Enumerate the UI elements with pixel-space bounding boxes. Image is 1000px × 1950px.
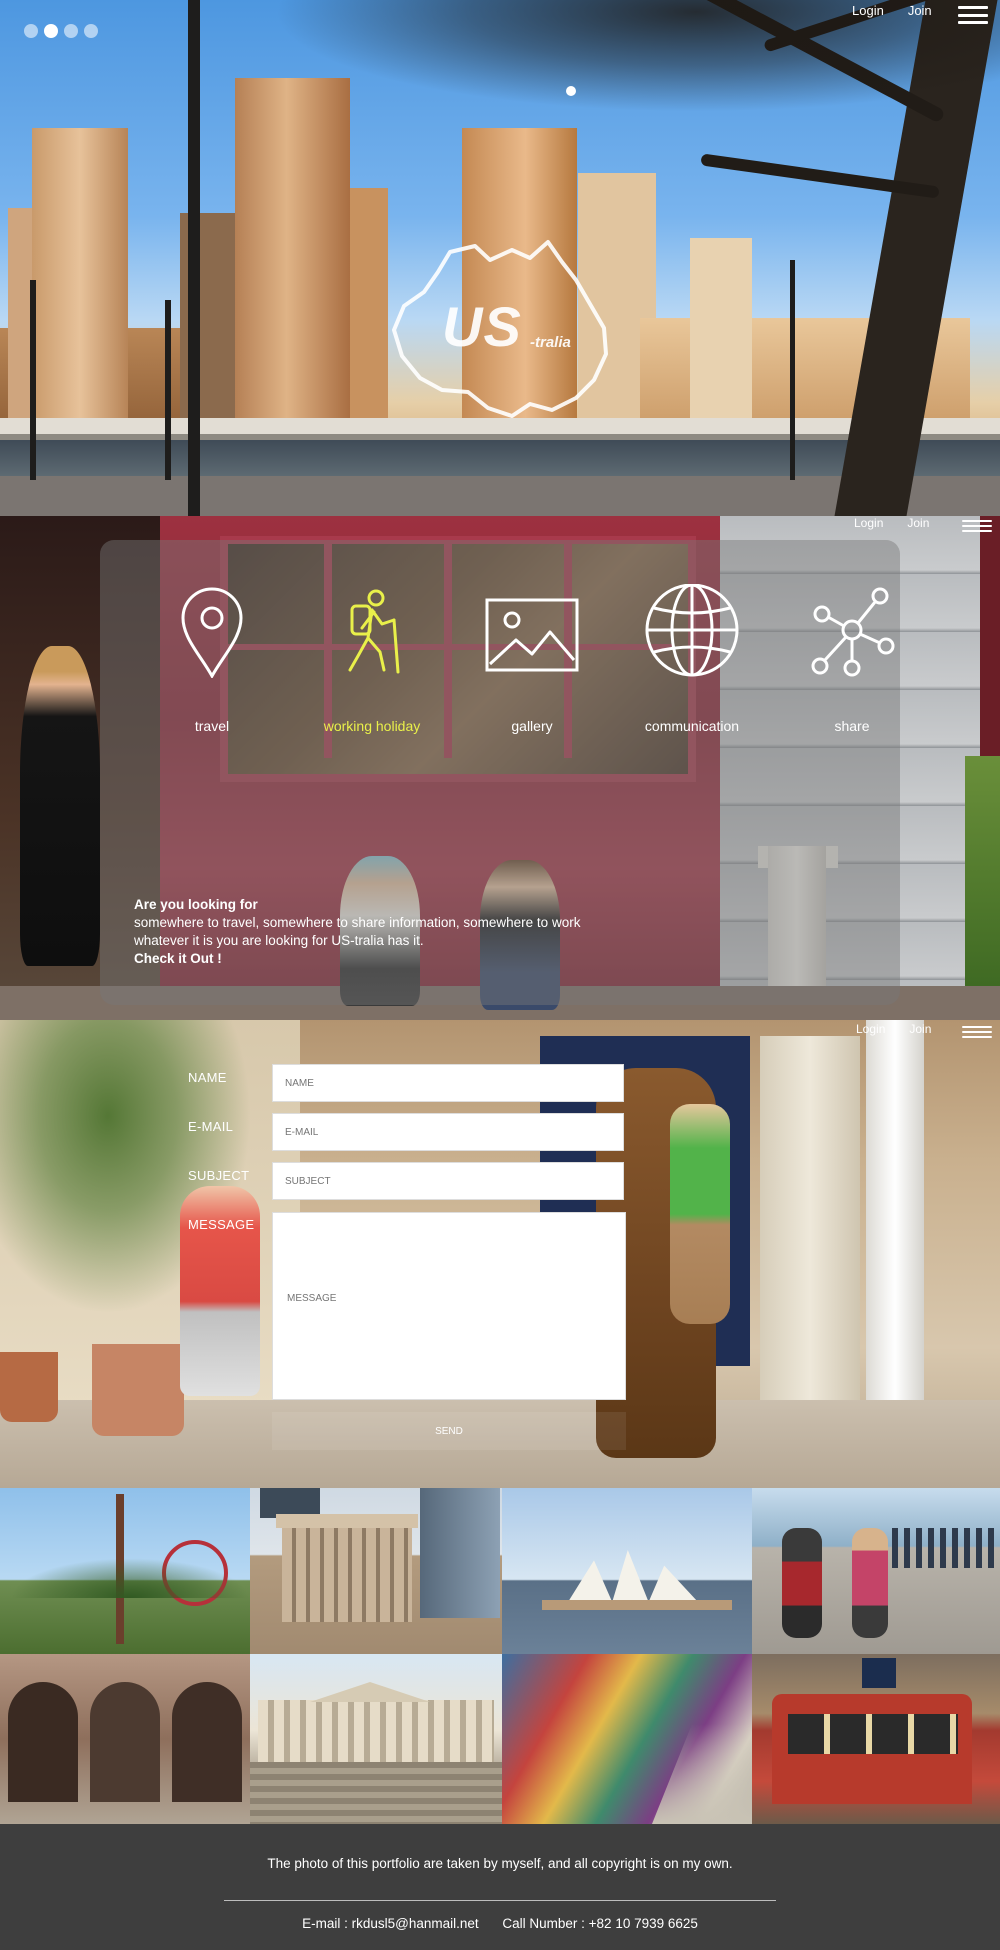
nav-label: communication [644, 718, 740, 734]
login-link[interactable]: Login [854, 516, 883, 530]
slider-dots [24, 24, 98, 38]
footer: The photo of this portfolio are taken by… [0, 1824, 1000, 1950]
contact-info: E-mail : rkdusl5@hanmail.net Call Number… [0, 1916, 1000, 1931]
lamp-pole [188, 0, 200, 516]
intro-line: whatever it is you are looking for US-tr… [134, 933, 424, 948]
name-field[interactable] [272, 1064, 624, 1102]
message-field[interactable] [272, 1212, 626, 1400]
gallery-photo-arcade[interactable] [0, 1654, 250, 1824]
nav-item-working-holiday[interactable]: working holiday [292, 584, 452, 734]
skyline-building [235, 78, 350, 438]
skyline-building [32, 128, 128, 438]
nav-item-share[interactable]: share [772, 584, 932, 734]
footer-email[interactable]: E-mail : rkdusl5@hanmail.net [302, 1916, 479, 1931]
email-field[interactable] [272, 1113, 624, 1151]
image-icon [485, 598, 579, 672]
globe-icon [645, 584, 739, 677]
white-pillar [866, 1020, 924, 1440]
slider-dot[interactable] [24, 24, 38, 38]
hamburger-icon[interactable] [958, 6, 988, 24]
slider-dot[interactable] [64, 24, 78, 38]
nav-label: travel [194, 718, 230, 734]
lamp-pole [165, 300, 171, 480]
nav-item-travel[interactable]: travel [132, 584, 292, 734]
brand-logo[interactable]: US -tralia [380, 232, 620, 432]
email-label: E-MAIL [188, 1119, 234, 1134]
join-link[interactable]: Join [907, 516, 929, 530]
nav-item-gallery[interactable]: gallery [452, 584, 612, 734]
share-network-icon [811, 587, 895, 677]
footer-phone: Call Number : +82 10 7939 6625 [502, 1916, 698, 1931]
footer-divider [224, 1900, 776, 1901]
nav-label: share [834, 718, 870, 734]
white-door [760, 1036, 860, 1406]
skyline-building [690, 238, 752, 438]
lamp-pole [30, 280, 36, 480]
greenery [965, 756, 1000, 986]
login-link[interactable]: Login [856, 1022, 885, 1036]
hero-section: US -tralia Login Join [0, 0, 1000, 516]
gallery-photo-ferris-wheel[interactable] [0, 1488, 250, 1654]
plant-pot [0, 1352, 58, 1422]
top-nav: Login Join [856, 1022, 931, 1036]
hamburger-icon[interactable] [962, 520, 992, 532]
login-link[interactable]: Login [852, 3, 884, 18]
send-button[interactable]: SEND [272, 1412, 626, 1450]
main-nav: travel working holiday gallery communica… [110, 584, 900, 744]
subject-field[interactable] [272, 1162, 624, 1200]
intro-text: Are you looking for somewhere to travel,… [134, 896, 654, 968]
slider-dot[interactable] [84, 24, 98, 38]
nav-label: working holiday [323, 718, 421, 734]
nav-label: gallery [511, 718, 553, 734]
intro-line: somewhere to travel, somewhere to share … [134, 915, 581, 930]
photo-gallery [0, 1488, 1000, 1824]
copyright-note: The photo of this portfolio are taken by… [267, 1856, 733, 1871]
subject-label: SUBJECT [188, 1168, 250, 1183]
hiker-icon [348, 589, 400, 674]
logo-suffix: -tralia [530, 334, 571, 351]
moon [566, 86, 576, 96]
message-label: MESSAGE [188, 1217, 255, 1232]
nav-item-communication[interactable]: communication [612, 584, 772, 734]
tree-canopy [240, 0, 1000, 120]
lamp-pole [790, 260, 795, 480]
top-nav: Login Join [854, 516, 929, 530]
join-link[interactable]: Join [909, 1022, 931, 1036]
hamburger-icon[interactable] [962, 1026, 992, 1038]
gallery-photo-street-musicians[interactable] [752, 1488, 1000, 1654]
woman-in-black [20, 646, 100, 966]
top-nav: Login Join [852, 3, 932, 18]
gallery-photo-rotunda[interactable] [250, 1488, 502, 1654]
plant-pot [92, 1344, 184, 1436]
intro-heading: Are you looking for [134, 897, 258, 912]
gallery-photo-tram[interactable] [752, 1654, 1000, 1824]
location-pin-icon [181, 587, 243, 678]
slider-dot-active[interactable] [44, 24, 58, 38]
gallery-photo-graffiti-lane[interactable] [502, 1654, 752, 1824]
gallery-photo-opera-house[interactable] [502, 1488, 752, 1654]
gallery-photo-state-library[interactable] [250, 1654, 502, 1824]
join-link[interactable]: Join [908, 3, 932, 18]
name-label: NAME [188, 1070, 227, 1085]
person-green [670, 1104, 730, 1324]
logo-wordmark: US [442, 295, 522, 358]
intro-cta[interactable]: Check it Out ! [134, 950, 654, 968]
